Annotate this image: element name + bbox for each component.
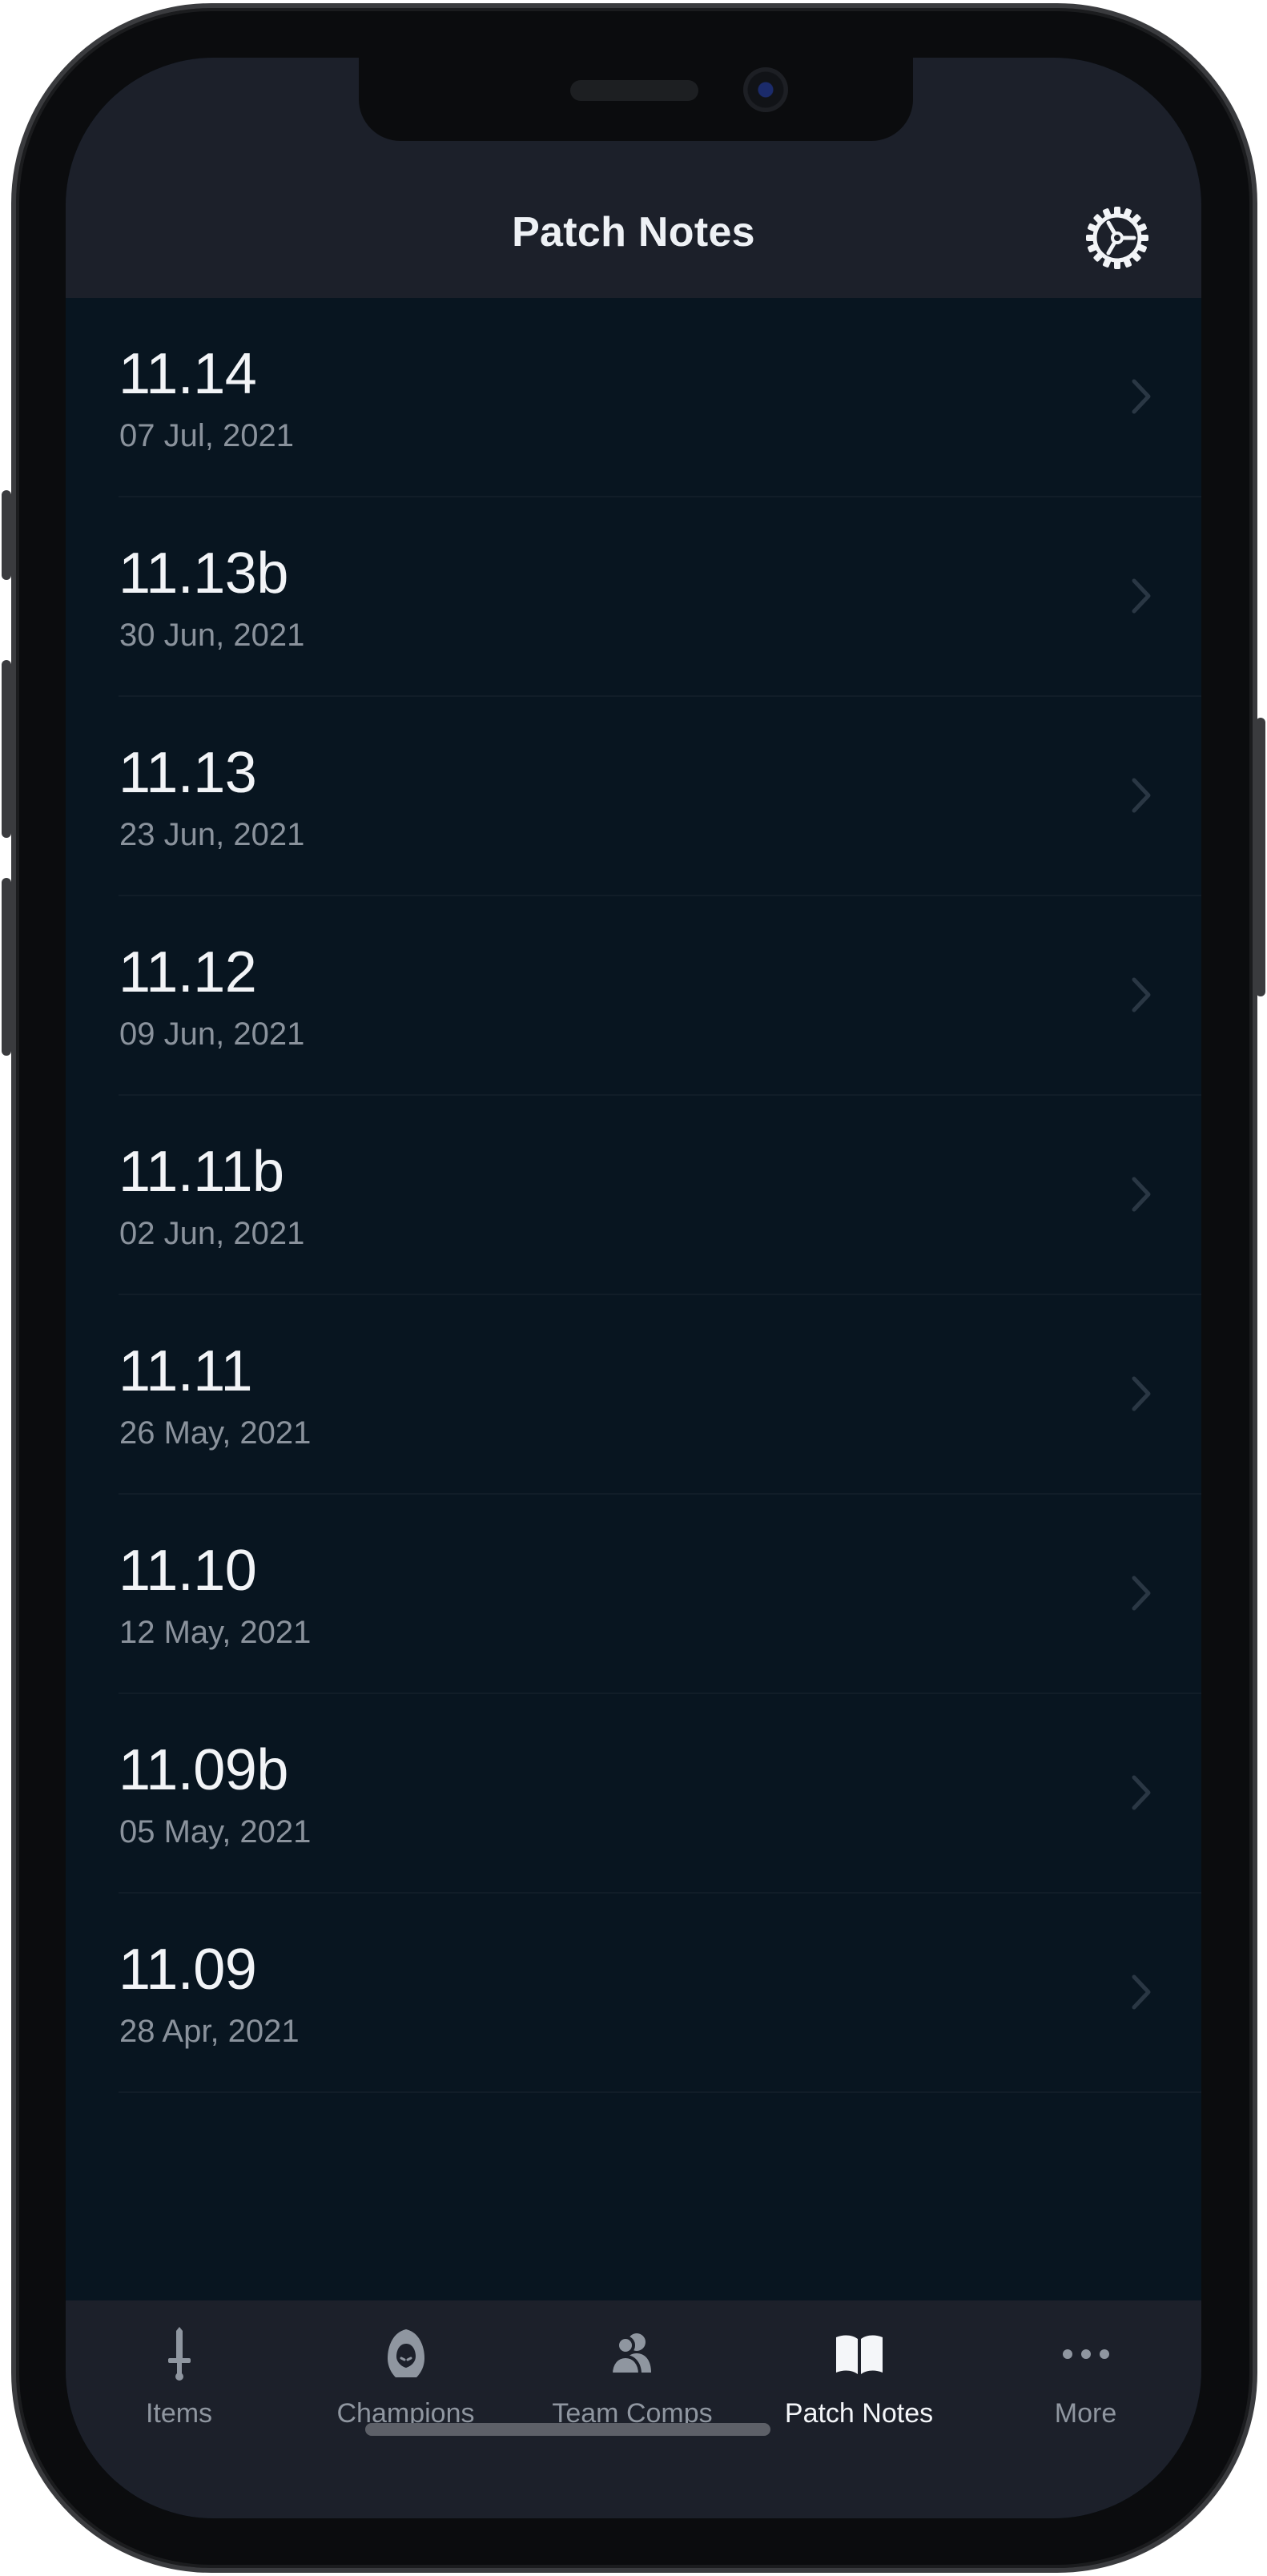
patch-date: 05 May, 2021 [119, 1814, 312, 1849]
chevron-right-icon [1132, 578, 1151, 614]
team-icon [609, 2333, 651, 2376]
chevron-right-icon [1132, 1376, 1151, 1411]
chevron-right-icon [1132, 1974, 1151, 2010]
patch-version: 11.12 [119, 940, 257, 1004]
tab-champions[interactable]: Champions [292, 2300, 519, 2461]
notch [359, 58, 913, 141]
patch-version: 11.09 [119, 1938, 257, 2002]
chevron-right-icon [1132, 1177, 1151, 1212]
patch-version: 11.14 [119, 342, 257, 406]
patch-row[interactable]: 11.09b 05 May, 2021 [66, 1694, 1201, 1894]
patch-date: 28 Apr, 2021 [119, 2014, 300, 2049]
tab-team-comps[interactable]: Team Comps [519, 2300, 746, 2461]
patch-date: 02 Jun, 2021 [119, 1216, 305, 1251]
page-title: Patch Notes [512, 209, 755, 256]
tab-label: Patch Notes [784, 2398, 934, 2429]
patch-row[interactable]: 11.13b 30 Jun, 2021 [66, 497, 1201, 697]
patch-date: 30 Jun, 2021 [119, 618, 305, 653]
patch-version: 11.11 [119, 1339, 253, 1403]
sword-icon [167, 2327, 191, 2381]
patch-version: 11.13 [119, 741, 257, 805]
chevron-right-icon [1132, 778, 1151, 813]
patch-row[interactable]: 11.10 12 May, 2021 [66, 1495, 1201, 1694]
patch-date: 09 Jun, 2021 [119, 1016, 305, 1052]
tab-more[interactable]: More [972, 2300, 1199, 2461]
power-button [1256, 718, 1265, 996]
tab-items[interactable]: Items [66, 2300, 292, 2461]
patch-list: 11.14 07 Jul, 2021 11.13b 30 Jun, 2021 1… [66, 298, 1201, 2093]
silent-switch [2, 490, 11, 580]
volume-down-button [2, 878, 11, 1056]
tab-patch-notes[interactable]: Patch Notes [746, 2300, 972, 2461]
app-screen: Patch Notes 11.14 07 Jul, 2021 11.13b 30… [66, 58, 1201, 2518]
tab-label: Items [145, 2398, 213, 2429]
open-book-icon [835, 2335, 883, 2374]
row-divider [119, 2091, 1201, 2093]
chevron-right-icon [1132, 1775, 1151, 1810]
patch-version: 11.13b [119, 541, 288, 606]
tab-bar: Items Champions Team Comps Patch Notes M… [66, 2300, 1201, 2518]
patch-row[interactable]: 11.09 28 Apr, 2021 [66, 1894, 1201, 2093]
patch-version: 11.11b [119, 1140, 284, 1204]
patch-version: 11.10 [119, 1539, 257, 1603]
home-indicator[interactable] [365, 2423, 770, 2436]
more-dots-icon [1062, 2349, 1109, 2359]
patch-row[interactable]: 11.11b 02 Jun, 2021 [66, 1096, 1201, 1295]
patch-row[interactable]: 11.11 26 May, 2021 [66, 1295, 1201, 1495]
chevron-right-icon [1132, 1576, 1151, 1611]
speaker-grill [570, 80, 698, 101]
patch-date: 26 May, 2021 [119, 1415, 312, 1451]
tab-label: More [1054, 2398, 1117, 2429]
patch-row[interactable]: 11.12 09 Jun, 2021 [66, 896, 1201, 1096]
patch-row[interactable]: 11.14 07 Jul, 2021 [66, 298, 1201, 497]
volume-up-button [2, 660, 11, 838]
patch-date: 07 Jul, 2021 [119, 418, 294, 453]
front-camera [743, 67, 788, 112]
patch-version: 11.09b [119, 1738, 288, 1802]
hooded-champion-icon [387, 2329, 424, 2377]
settings-button[interactable] [1083, 203, 1152, 272]
chevron-right-icon [1132, 379, 1151, 414]
patch-row[interactable]: 11.13 23 Jun, 2021 [66, 697, 1201, 896]
patch-date: 12 May, 2021 [119, 1615, 312, 1650]
patch-date: 23 Jun, 2021 [119, 817, 305, 852]
chevron-right-icon [1132, 977, 1151, 1012]
gear-icon [1086, 207, 1148, 269]
